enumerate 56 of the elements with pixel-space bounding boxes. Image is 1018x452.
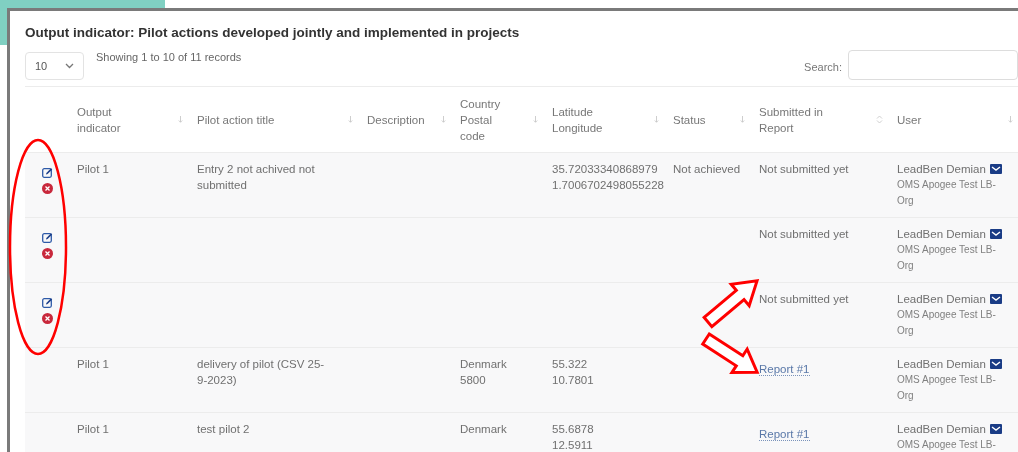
email-icon[interactable] [989, 294, 1002, 305]
longitude-text: 12.5911 [552, 438, 594, 452]
user-name: LeadBen Demian [897, 357, 986, 373]
longitude-text: 10.7801 [552, 373, 595, 389]
status-text: Not achieved [673, 162, 742, 178]
latitude-text: 55.6878 [552, 422, 595, 438]
column-header[interactable]: Output indicator [77, 103, 152, 136]
email-icon[interactable] [989, 164, 1002, 175]
user-name: LeadBen Demian [897, 422, 986, 438]
organisation-text: OMS Apogee Test LB- [897, 438, 997, 452]
edit-icon[interactable] [42, 297, 53, 309]
pilot-title-text: delivery of pilot (CSV 25-9-2023) [197, 357, 326, 389]
report-link[interactable]: Report #1 [759, 363, 810, 377]
report-link[interactable]: Report #1 [759, 428, 810, 442]
page-size-select[interactable]: 10 [25, 52, 84, 81]
column-header[interactable]: User [897, 111, 979, 128]
column-header[interactable]: Submitted in Report [759, 103, 846, 136]
organisation-text: OMS Apogee Test LB-Org [897, 243, 997, 274]
report-status-text: Not submitted yet [759, 227, 850, 243]
report-status-text: Not submitted yet [759, 292, 850, 308]
search-label: Search: [804, 60, 842, 76]
email-icon[interactable] [989, 229, 1002, 240]
edit-icon[interactable] [42, 232, 53, 244]
latitude-text: 55.322 [552, 357, 589, 373]
delete-icon[interactable] [42, 248, 53, 260]
output-indicator-text: Pilot 1 [77, 162, 110, 178]
latitude-text: 35.72033340868979 [552, 162, 659, 178]
records-info: Showing 1 to 10 of 11 records [96, 50, 242, 66]
email-icon[interactable] [989, 359, 1002, 370]
longitude-text: 1.7006702498055228 [552, 178, 664, 194]
postal-code-text: 5800 [460, 373, 487, 389]
user-name: LeadBen Demian [897, 162, 986, 178]
country-text: Denmark [460, 422, 508, 438]
organisation-text: OMS Apogee Test LB-Org [897, 308, 997, 339]
country-text: Denmark [460, 357, 508, 373]
output-indicator-text: Pilot 1 [77, 422, 110, 438]
report-status-text: Not submitted yet [759, 162, 850, 178]
organisation-text: OMS Apogee Test LB-Org [897, 373, 997, 404]
edit-icon[interactable] [42, 167, 53, 179]
column-header[interactable]: Country Postal code [460, 95, 515, 144]
search-field[interactable] [848, 50, 1018, 81]
chevron-down-icon [65, 63, 74, 70]
organisation-text: OMS Apogee Test LB-Org [897, 178, 997, 209]
pilot-title-text: Entry 2 not achived not submitted [197, 162, 316, 194]
user-name: LeadBen Demian [897, 227, 986, 243]
column-header[interactable]: Latitude Longitude [552, 103, 627, 136]
delete-icon[interactable] [42, 313, 53, 325]
email-icon[interactable] [989, 424, 1002, 435]
column-header[interactable]: Description [367, 111, 423, 128]
output-indicator-text: Pilot 1 [77, 357, 110, 373]
panel-title: Output indicator: Pilot actions developed jointly and implemented in projects [25, 24, 521, 42]
column-header[interactable]: Status [673, 111, 724, 128]
delete-icon[interactable] [42, 183, 53, 195]
pilot-title-text: test pilot 2 [197, 422, 251, 438]
user-name: LeadBen Demian [897, 292, 986, 308]
column-header[interactable]: Pilot action title [197, 111, 307, 128]
